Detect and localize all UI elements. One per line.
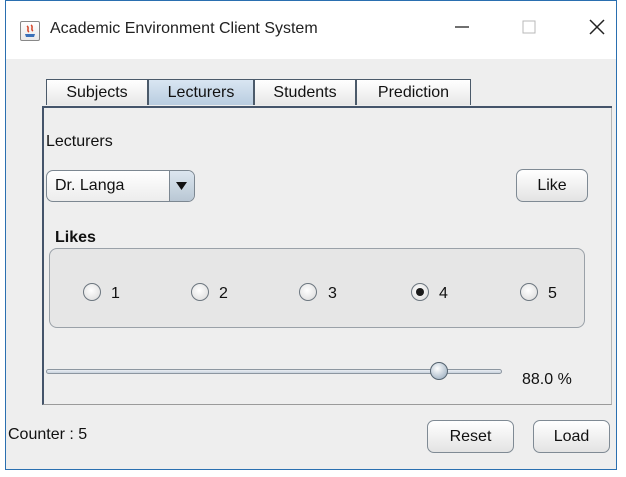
chevron-down-icon[interactable]	[169, 171, 194, 201]
likes-radio-3[interactable]	[299, 283, 317, 301]
likes-radio-2[interactable]	[191, 283, 209, 301]
tab-lecturers[interactable]: Lecturers	[148, 79, 254, 105]
counter-label: Counter : 5	[8, 426, 88, 443]
like-button[interactable]: Like	[516, 169, 588, 202]
likes-radio-5-label: 5	[548, 285, 557, 302]
minimize-icon[interactable]	[436, 11, 488, 51]
slider-thumb[interactable]	[430, 362, 448, 380]
likes-radio-group	[49, 248, 585, 328]
title-bar[interactable]: Academic Environment Client System	[6, 1, 616, 59]
likes-radio-1[interactable]	[83, 283, 101, 301]
section-label: Lecturers	[46, 133, 113, 150]
lecturer-select-value: Dr. Langa	[55, 177, 125, 194]
tab-prediction[interactable]: Prediction	[356, 79, 471, 105]
slider-value-label: 88.0 %	[522, 371, 572, 388]
lecturer-select[interactable]: Dr. Langa	[46, 170, 195, 202]
likes-radio-4[interactable]	[411, 283, 429, 301]
tab-subjects[interactable]: Subjects	[46, 79, 148, 105]
tab-students[interactable]: Students	[254, 79, 356, 105]
likes-group-title: Likes	[55, 229, 96, 246]
close-icon[interactable]	[571, 11, 623, 51]
load-button[interactable]: Load	[533, 420, 610, 453]
likes-radio-1-label: 1	[111, 285, 120, 302]
maximize-icon[interactable]	[503, 11, 555, 51]
reset-button[interactable]: Reset	[427, 420, 514, 453]
likes-radio-5[interactable]	[520, 283, 538, 301]
likes-radio-3-label: 3	[328, 285, 337, 302]
likes-radio-4-label: 4	[439, 285, 448, 302]
app-window: Academic Environment Client System Subje…	[5, 0, 617, 470]
likes-radio-2-label: 2	[219, 285, 228, 302]
window-title: Academic Environment Client System	[50, 20, 318, 37]
java-app-icon	[20, 21, 40, 41]
